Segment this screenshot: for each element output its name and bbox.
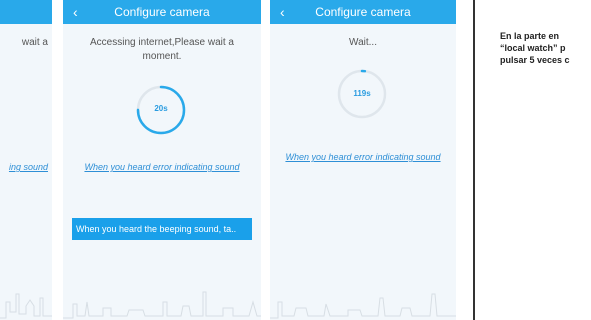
top-bar: ‹ Configure camera bbox=[270, 0, 456, 24]
note-highlight: local watch bbox=[504, 43, 554, 53]
phone-screen-1: wait a ing sound bbox=[0, 0, 52, 320]
screen-title: Configure camera bbox=[315, 5, 411, 19]
instruction-note: En la parte en “local watch” p pulsar 5 … bbox=[500, 30, 591, 66]
countdown-value: 20s bbox=[154, 104, 168, 113]
top-bar bbox=[0, 0, 52, 24]
city-skyline-illustration bbox=[0, 293, 52, 319]
top-bar: ‹ Configure camera bbox=[63, 0, 261, 24]
status-message: wait a bbox=[21, 37, 48, 48]
phone-screen-2: ‹ Configure camera Accessing internet,Pl… bbox=[63, 0, 261, 320]
note-line-2-rest: ” p bbox=[553, 43, 566, 53]
countdown-ring: 20s bbox=[135, 84, 187, 136]
page-divider bbox=[473, 0, 475, 320]
city-skyline-illustration bbox=[270, 293, 456, 319]
status-message: Wait... bbox=[349, 37, 377, 48]
phone-screen-3: ‹ Configure camera Wait... 119s When you… bbox=[270, 0, 456, 320]
error-sound-link[interactable]: ing sound bbox=[9, 161, 48, 173]
countdown-ring: 119s bbox=[336, 68, 388, 120]
error-sound-link[interactable]: When you heard error indicating sound bbox=[63, 161, 261, 173]
countdown-value: 119s bbox=[353, 89, 371, 98]
error-sound-link[interactable]: When you heard error indicating sound bbox=[270, 151, 456, 163]
screen-title: Configure camera bbox=[114, 5, 210, 19]
note-line-1: En la parte en bbox=[500, 31, 560, 41]
beeping-sound-button[interactable]: When you heard the beeping sound, ta.. bbox=[72, 218, 252, 240]
status-message: Accessing internet,Please wait a moment. bbox=[90, 37, 234, 62]
note-line-2: “local watch” p bbox=[500, 42, 591, 54]
city-skyline-illustration bbox=[63, 291, 261, 319]
note-line-3: pulsar 5 veces c bbox=[500, 55, 570, 65]
